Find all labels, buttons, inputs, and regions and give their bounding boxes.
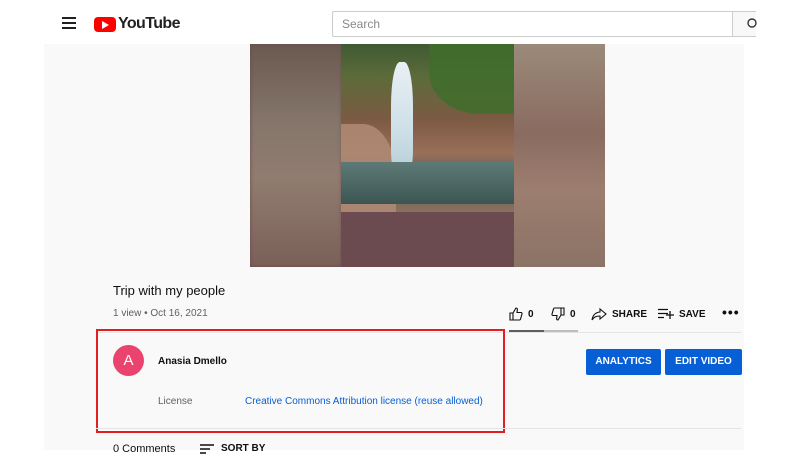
video-meta: 1 view • Oct 16, 2021 [113,308,208,319]
more-icon[interactable]: ••• [722,304,740,320]
like-count: 0 [528,308,534,320]
save-label: SAVE [679,308,706,320]
divider [96,428,741,429]
search-input[interactable] [332,11,732,37]
save-playlist-icon [658,308,674,319]
comments-count: 0 Comments [113,443,176,455]
logo-text: YouTube [118,15,180,32]
sort-icon [200,443,214,454]
like-icon [509,307,523,321]
share-icon [591,307,607,321]
dislike-icon [551,307,565,321]
video-blur-right [513,44,605,267]
video-title: Trip with my people [113,283,226,298]
dislike-button[interactable]: 0 [551,306,576,322]
share-button[interactable]: SHARE [591,306,647,322]
video-frame-waterfall [341,44,514,212]
video-frame-bottom [341,212,514,267]
highlight-box [96,329,505,433]
menu-icon[interactable] [62,17,76,29]
analytics-button[interactable]: ANALYTICS [586,349,661,375]
sort-by-button[interactable]: SORT BY [200,443,265,454]
edit-video-button[interactable]: EDIT VIDEO [665,349,742,375]
youtube-logo-icon [94,16,116,32]
share-label: SHARE [612,308,648,320]
dislike-count: 0 [570,308,576,320]
youtube-logo[interactable]: YouTube [94,14,180,34]
like-button[interactable]: 0 [509,306,534,322]
search-icon [747,18,757,28]
video-blur-left [250,44,342,267]
save-button[interactable]: SAVE [658,306,706,322]
search-button[interactable] [732,11,757,37]
sort-label: SORT BY [221,443,266,454]
video-player[interactable] [250,44,605,267]
